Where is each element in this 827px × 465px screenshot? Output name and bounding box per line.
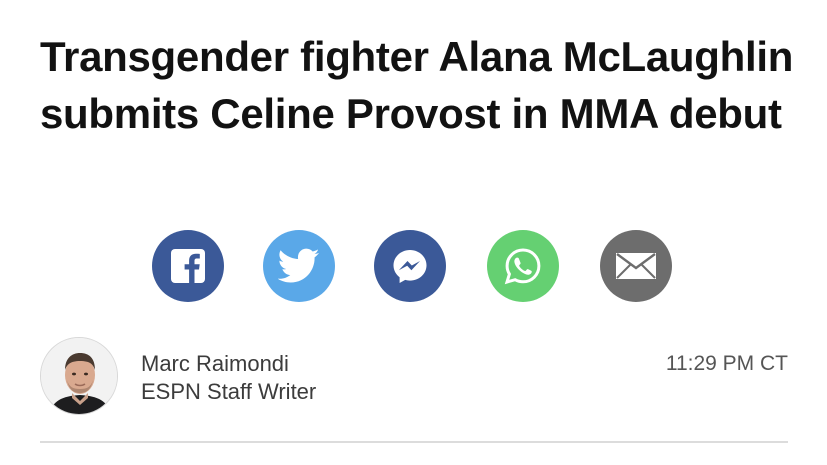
share-messenger-button[interactable] <box>374 230 446 302</box>
author-byline: Marc Raimondi ESPN Staff Writer 11:29 PM… <box>40 337 790 417</box>
share-email-button[interactable] <box>600 230 672 302</box>
share-whatsapp-button[interactable] <box>487 230 559 302</box>
email-icon <box>615 252 657 280</box>
author-avatar[interactable] <box>40 337 118 415</box>
share-twitter-button[interactable] <box>263 230 335 302</box>
twitter-icon <box>278 248 320 284</box>
publish-timestamp: 11:29 PM CT <box>665 352 788 375</box>
whatsapp-icon <box>503 246 543 286</box>
share-buttons <box>0 230 827 302</box>
messenger-icon <box>390 246 430 286</box>
share-facebook-button[interactable] <box>152 230 224 302</box>
facebook-icon <box>170 248 206 284</box>
author-name[interactable]: Marc Raimondi <box>141 350 289 378</box>
section-divider <box>40 441 788 443</box>
article-headline: Transgender fighter Alana McLaughlin sub… <box>40 33 794 137</box>
author-role: ESPN Staff Writer <box>141 379 317 404</box>
